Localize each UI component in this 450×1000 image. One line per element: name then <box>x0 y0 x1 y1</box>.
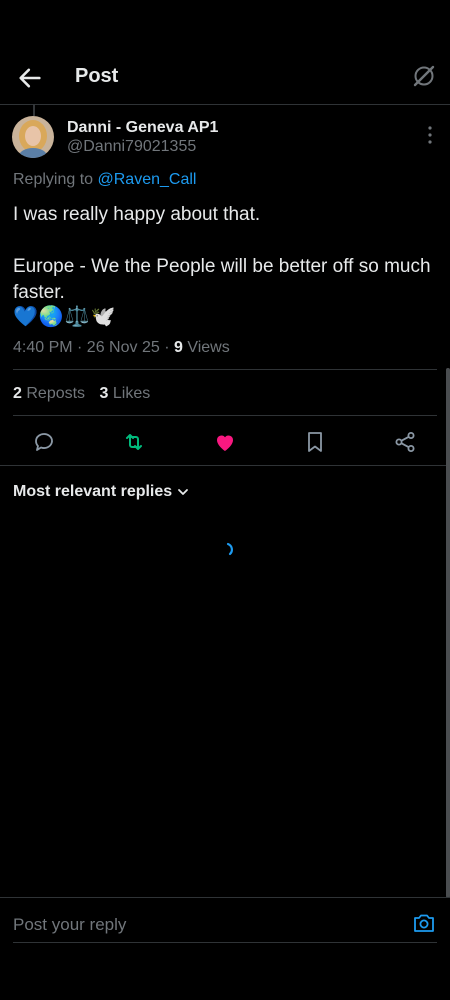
post-text: I was really happy about that. Europe - … <box>13 202 433 306</box>
more-options-icon[interactable] <box>426 124 434 146</box>
action-bar <box>0 427 450 457</box>
top-bar: Post <box>0 52 450 104</box>
engagement-stats: 2 Reposts 3 Likes <box>13 385 150 403</box>
reply-composer: Post your reply <box>0 897 450 945</box>
reply-input[interactable]: Post your reply <box>13 915 126 935</box>
post-emojis: 💙🌏⚖️🕊️ <box>13 306 117 328</box>
composer-bottom-divider <box>13 942 437 943</box>
bookmark-icon[interactable] <box>303 430 327 454</box>
replying-prefix: Replying to <box>13 171 94 188</box>
avatar[interactable] <box>12 116 54 158</box>
author-handle[interactable]: @Danni79021355 <box>67 138 196 156</box>
heart-icon[interactable] <box>213 430 237 454</box>
comment-icon[interactable] <box>32 430 56 454</box>
grok-icon[interactable] <box>412 64 436 88</box>
scrollbar[interactable] <box>446 368 450 898</box>
stats-divider <box>13 415 437 416</box>
replying-to: Replying to @Raven_Call <box>13 171 196 189</box>
reposts-stat[interactable]: 2 Reposts <box>13 385 85 402</box>
likes-stat[interactable]: 3 Likes <box>100 385 151 402</box>
header-divider <box>0 104 450 105</box>
post-meta: 4:40 PM · 26 Nov 25 · 9 Views <box>13 339 230 357</box>
arrow-left-icon[interactable] <box>16 64 44 92</box>
repost-icon[interactable] <box>122 430 146 454</box>
views-label: Views <box>187 339 230 356</box>
loading-spinner-icon <box>226 542 233 556</box>
author-name[interactable]: Danni - Geneva AP1 <box>67 119 218 137</box>
post-text-line: I was really happy about that. <box>13 204 261 225</box>
sort-label: Most relevant replies <box>13 483 173 500</box>
share-icon[interactable] <box>393 430 417 454</box>
post-text-line: Europe - We the People will be better of… <box>13 256 431 303</box>
replies-sort-button[interactable]: Most relevant replies <box>13 483 190 501</box>
mention-link[interactable]: @Raven_Call <box>98 171 197 188</box>
thread-connector <box>33 104 35 116</box>
timestamp: 4:40 PM · 26 Nov 25 · <box>13 339 174 356</box>
meta-divider <box>13 369 437 370</box>
views-count: 9 <box>173 339 183 356</box>
actions-divider <box>0 465 450 466</box>
page-title: Post <box>75 65 119 87</box>
camera-icon[interactable] <box>412 911 436 935</box>
chevron-down-icon <box>178 488 189 495</box>
